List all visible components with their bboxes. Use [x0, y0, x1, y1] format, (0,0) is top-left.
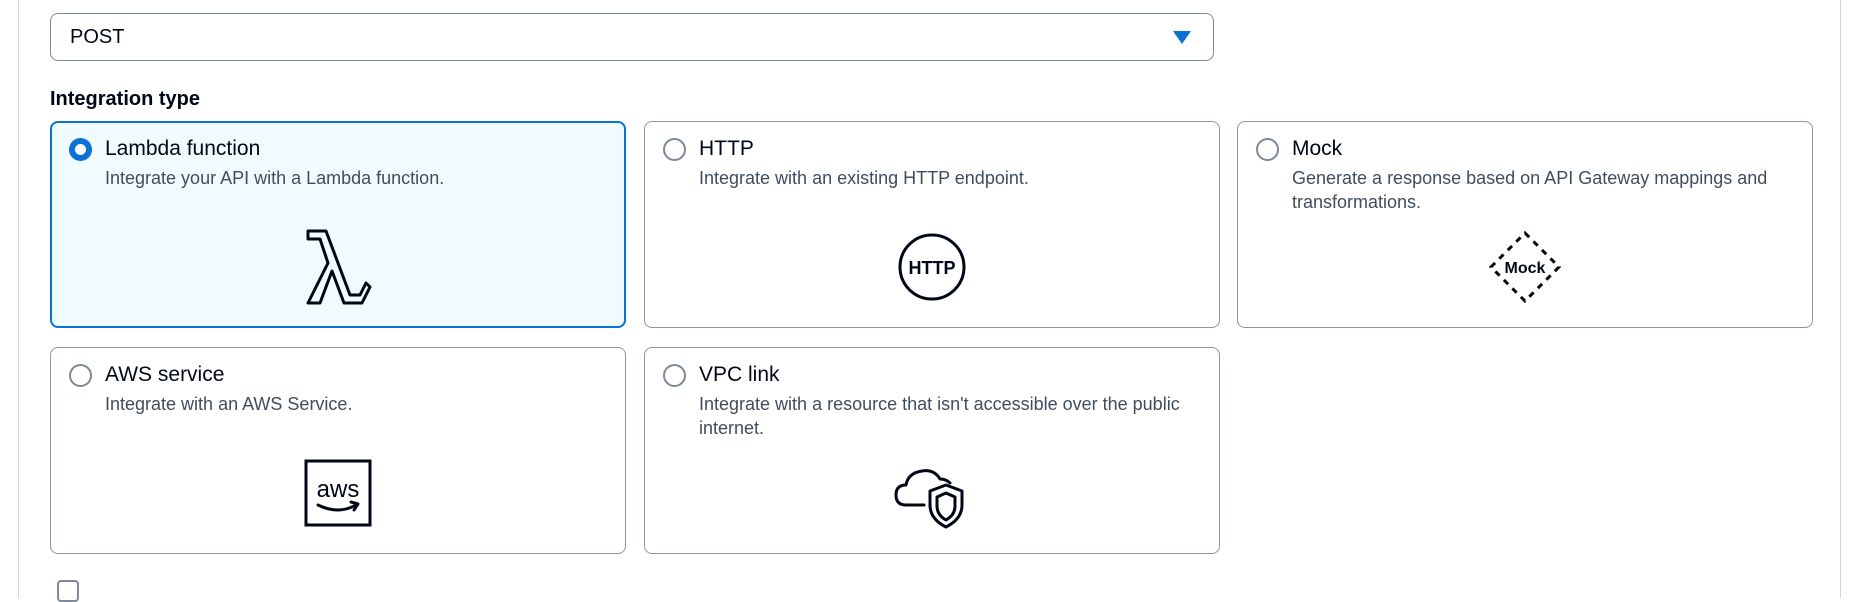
http-icon: HTTP [898, 233, 966, 301]
option-description: Integrate your API with a Lambda functio… [105, 168, 445, 188]
option-description: Integrate with a resource that isn't acc… [699, 394, 1180, 438]
option-title: Mock [1292, 137, 1343, 160]
radio-vpc-link[interactable] [663, 364, 686, 387]
cloud-shield-icon [894, 469, 964, 529]
http-icon-text: HTTP [909, 258, 956, 278]
radio-lambda[interactable] [69, 138, 92, 161]
mock-icon: Mock [1488, 230, 1562, 304]
integration-type-label: Integration type [50, 88, 201, 110]
method-select-value: POST [70, 26, 125, 48]
next-option-checkbox[interactable] [57, 580, 79, 602]
aws-logo-icon: aws [304, 459, 372, 527]
option-title: AWS service [105, 363, 225, 386]
option-title: HTTP [699, 137, 754, 160]
integration-option-http[interactable]: HTTP Integrate with an existing HTTP end… [644, 121, 1220, 328]
integration-option-lambda[interactable]: Lambda function Integrate your API with … [50, 121, 626, 328]
option-description: Integrate with an existing HTTP endpoint… [699, 168, 1029, 188]
option-title: VPC link [699, 363, 780, 386]
option-title: Lambda function [105, 137, 261, 160]
caret-down-icon [1173, 31, 1191, 44]
integration-option-aws-service[interactable]: AWS service Integrate with an AWS Servic… [50, 347, 626, 554]
mock-icon-text: Mock [1505, 260, 1546, 277]
radio-aws-service[interactable] [69, 364, 92, 387]
radio-http[interactable] [663, 138, 686, 161]
method-select[interactable]: POST [50, 13, 1214, 61]
integration-option-mock[interactable]: Mock Generate a response based on API Ga… [1237, 121, 1813, 328]
radio-mock[interactable] [1256, 138, 1279, 161]
option-description: Generate a response based on API Gateway… [1292, 168, 1768, 212]
lambda-icon [306, 229, 372, 305]
integration-option-vpc-link[interactable]: VPC link Integrate with a resource that … [644, 347, 1220, 554]
aws-logo-text: aws [317, 476, 360, 503]
option-description: Integrate with an AWS Service. [105, 394, 353, 414]
